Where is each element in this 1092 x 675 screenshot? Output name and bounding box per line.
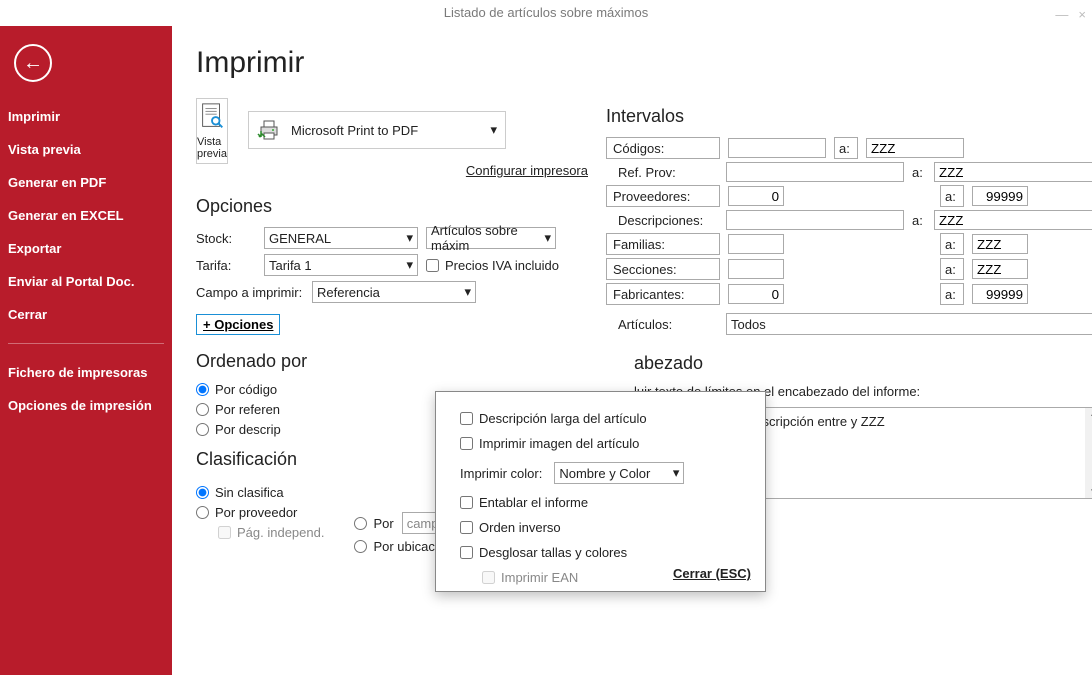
proveedores-group[interactable]: Proveedores:	[606, 185, 720, 207]
sidebar-item-exportar[interactable]: Exportar	[0, 232, 172, 265]
back-button[interactable]: ←	[14, 44, 52, 82]
sidebar: ← Imprimir Vista previa Generar en PDF G…	[0, 26, 172, 675]
chevron-down-icon: ▾	[406, 257, 413, 273]
campo-imprimir-select[interactable]: Referencia▾	[312, 281, 476, 303]
imprimir-imagen-checkbox[interactable]: Imprimir imagen del artículo	[460, 436, 639, 451]
proveedores-to-input[interactable]	[972, 186, 1028, 206]
sidebar-item-opciones-impresion[interactable]: Opciones de impresión	[0, 389, 172, 422]
articulos-label: Artículos:	[618, 317, 718, 332]
fabricantes-from-input[interactable]	[728, 284, 784, 304]
a-label: a:	[945, 262, 959, 277]
imprimir-color-select[interactable]: Nombre y Color▾	[554, 462, 684, 484]
scrollbar[interactable]: ▲ ▼	[1085, 408, 1092, 498]
popup-close-link[interactable]: Cerrar (ESC)	[673, 566, 751, 581]
codigos-group[interactable]: Códigos:	[606, 137, 720, 159]
orden-descripcion-radio[interactable]: Por descrip	[196, 422, 281, 437]
window-title: Listado de artículos sobre máximos	[444, 5, 648, 20]
printer-selector[interactable]: Microsoft Print to PDF ▾	[248, 111, 506, 149]
codigos-from-input[interactable]	[728, 138, 826, 158]
familias-to-input[interactable]	[972, 234, 1028, 254]
proveedores-from-input[interactable]	[728, 186, 784, 206]
refprov-from-input[interactable]	[726, 162, 904, 182]
sidebar-item-generar-excel[interactable]: Generar en EXCEL	[0, 199, 172, 232]
preview-button[interactable]: Vista previa	[196, 98, 228, 164]
a-label: a:	[912, 213, 926, 228]
stock-filter-select[interactable]: Artículos sobre máxim▾	[426, 227, 556, 249]
a-label: a:	[839, 141, 853, 156]
refprov-label: Ref. Prov:	[618, 165, 718, 180]
sidebar-item-cerrar[interactable]: Cerrar	[0, 298, 172, 331]
pag-independiente-checkbox[interactable]: Pág. independ.	[218, 525, 324, 540]
fabricantes-group[interactable]: Fabricantes:	[606, 283, 720, 305]
descripciones-to-input[interactable]	[934, 210, 1092, 230]
a-label: a:	[945, 189, 959, 204]
sidebar-item-imprimir[interactable]: Imprimir	[0, 100, 172, 133]
printer-icon	[257, 119, 281, 141]
stock-select[interactable]: GENERAL▾	[264, 227, 418, 249]
tarifa-label: Tarifa:	[196, 258, 256, 273]
main-panel: Imprimir Vista previa	[172, 26, 1092, 675]
desc-larga-checkbox[interactable]: Descripción larga del artículo	[460, 411, 647, 426]
encabezado-heading-partial: abezado	[634, 353, 1092, 374]
sidebar-item-generar-pdf[interactable]: Generar en PDF	[0, 166, 172, 199]
configure-printer-link[interactable]: Configurar impresora	[248, 163, 588, 178]
fabricantes-to-input[interactable]	[972, 284, 1028, 304]
preview-label: Vista previa	[197, 136, 227, 160]
minimize-icon[interactable]: —	[1055, 2, 1068, 28]
imprimir-ean-checkbox[interactable]: Imprimir EAN	[482, 570, 578, 585]
descripciones-label: Descripciones:	[618, 213, 718, 228]
imprimir-color-label: Imprimir color:	[460, 466, 542, 481]
close-icon[interactable]: ×	[1078, 2, 1086, 28]
chevron-down-icon: ▾	[490, 122, 497, 138]
intervalos-heading: Intervalos	[606, 106, 1092, 127]
back-arrow-icon: ←	[23, 52, 43, 75]
desglosar-tallas-checkbox[interactable]: Desglosar tallas y colores	[460, 545, 627, 560]
familias-from-input[interactable]	[728, 234, 784, 254]
chevron-down-icon: ▾	[406, 230, 413, 246]
printer-name: Microsoft Print to PDF	[291, 123, 418, 138]
chevron-down-icon: ▾	[544, 230, 551, 246]
chevron-down-icon: ▾	[673, 465, 680, 481]
codigos-label: Códigos:	[613, 141, 713, 156]
familias-group[interactable]: Familias:	[606, 233, 720, 255]
clasif-por-campo-radio[interactable]: Por	[354, 516, 393, 531]
sidebar-item-fichero-impresoras[interactable]: Fichero de impresoras	[0, 356, 172, 389]
options-popup: Descripción larga del artículo Imprimir …	[435, 391, 766, 592]
document-preview-icon	[197, 102, 227, 132]
more-options-button[interactable]: + Opciones	[196, 314, 280, 335]
sidebar-item-enviar-portal[interactable]: Enviar al Portal Doc.	[0, 265, 172, 298]
articulos-select[interactable]: Todos▾	[726, 313, 1092, 335]
orden-inverso-checkbox[interactable]: Orden inverso	[460, 520, 561, 535]
ordenado-heading: Ordenado por	[196, 351, 566, 372]
secciones-from-input[interactable]	[728, 259, 784, 279]
tarifa-select[interactable]: Tarifa 1▾	[264, 254, 418, 276]
opciones-heading: Opciones	[196, 196, 566, 217]
a-label: a:	[945, 287, 959, 302]
clasif-proveedor-radio[interactable]: Por proveedor	[196, 505, 297, 520]
clasif-sin-radio[interactable]: Sin clasifica	[196, 485, 284, 500]
sidebar-item-vista-previa[interactable]: Vista previa	[0, 133, 172, 166]
page-title: Imprimir	[196, 46, 1068, 80]
entablar-checkbox[interactable]: Entablar el informe	[460, 495, 588, 510]
a-label: a:	[945, 237, 959, 252]
sidebar-separator	[8, 343, 164, 344]
campo-imprimir-label: Campo a imprimir:	[196, 285, 304, 300]
stock-label: Stock:	[196, 231, 256, 246]
chevron-down-icon: ▾	[464, 284, 471, 300]
codigos-to-input[interactable]	[866, 138, 964, 158]
secciones-group[interactable]: Secciones:	[606, 258, 720, 280]
precios-iva-checkbox[interactable]: Precios IVA incluido	[426, 258, 559, 273]
orden-codigo-radio[interactable]: Por código	[196, 382, 277, 397]
descripciones-from-input[interactable]	[726, 210, 904, 230]
secciones-to-input[interactable]	[972, 259, 1028, 279]
orden-referencia-radio[interactable]: Por referen	[196, 402, 280, 417]
refprov-to-input[interactable]	[934, 162, 1092, 182]
a-label: a:	[912, 165, 926, 180]
